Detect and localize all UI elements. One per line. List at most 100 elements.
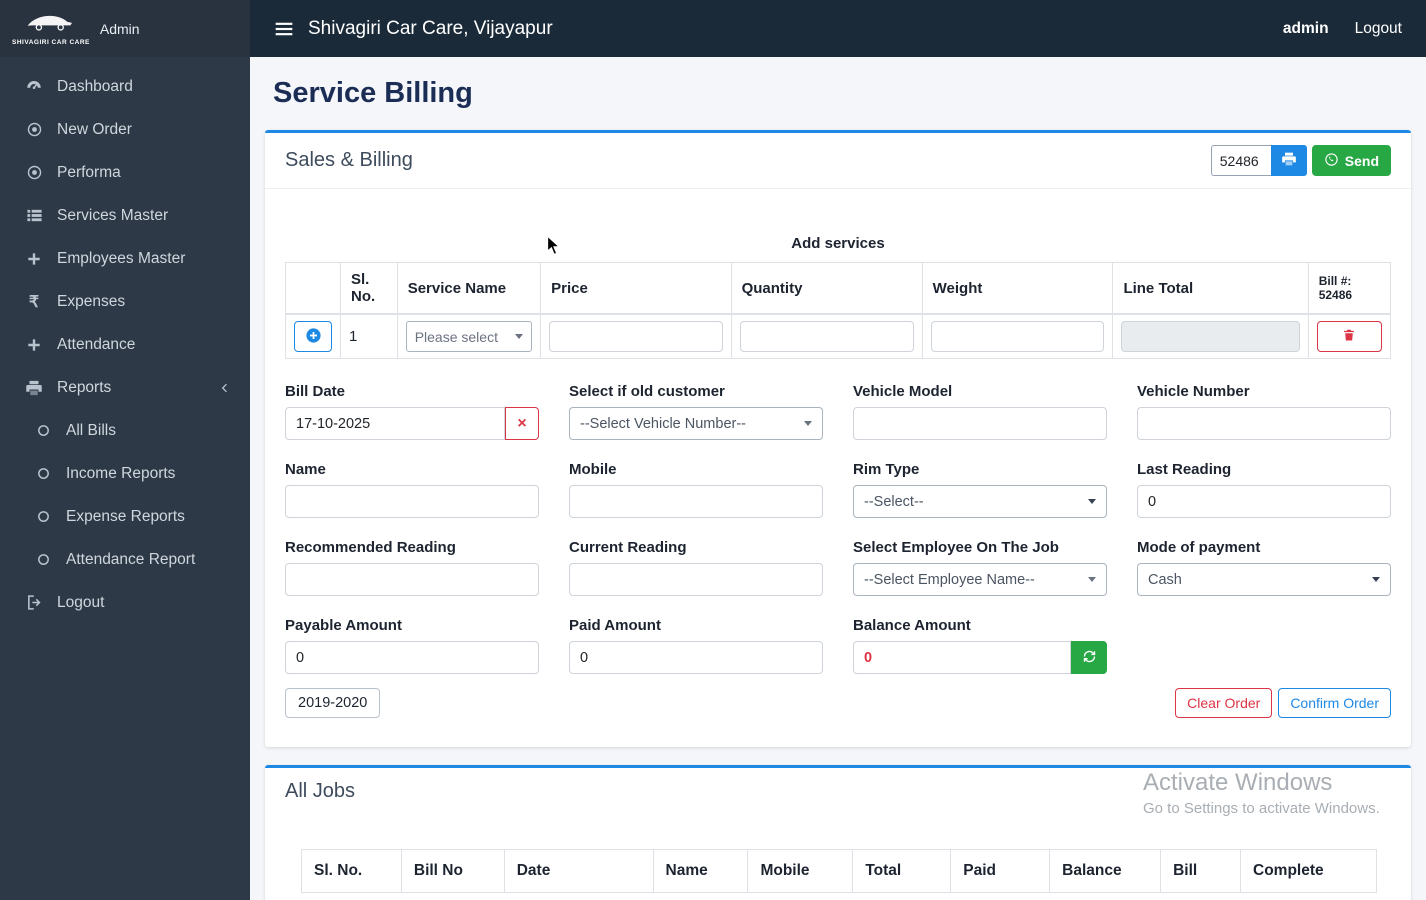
financial-year-button[interactable]: 2019-2020 — [285, 688, 381, 718]
payment-mode-select[interactable]: Cash — [1137, 563, 1391, 596]
recommended-reading-input[interactable] — [285, 563, 539, 596]
employee-select[interactable]: --Select Employee Name-- — [853, 563, 1107, 596]
field-employee: Select Employee On The Job --Select Empl… — [853, 539, 1107, 596]
sidebar-item-label: Performa — [57, 163, 121, 181]
vehicle-number-input[interactable] — [1137, 407, 1391, 440]
bill-number-input[interactable] — [1210, 145, 1271, 176]
circle-icon — [33, 423, 53, 438]
bill-date-input[interactable] — [285, 407, 505, 440]
sidebar-item-label: Services Master — [57, 206, 169, 224]
row-sl-no: 1 — [340, 313, 398, 359]
jobs-col-date: Date — [503, 849, 654, 893]
paid-amount-input[interactable] — [569, 641, 823, 674]
sidebar-item-reports[interactable]: Reports — [0, 366, 250, 409]
recommended-reading-label: Recommended Reading — [285, 539, 456, 556]
sidebar-item-services-master[interactable]: Services Master — [0, 194, 250, 237]
bill-date-label: Bill Date — [285, 383, 346, 400]
balance-label: Balance Amount — [853, 617, 971, 634]
recalculate-button[interactable] — [1071, 641, 1107, 674]
plus-circle-icon — [305, 327, 322, 347]
all-jobs-card: All Jobs Sl. No. Bill No Date Name Mobil… — [265, 765, 1411, 900]
sidebar-item-label: Income Reports — [66, 464, 176, 482]
print-button[interactable] — [1270, 145, 1307, 176]
brand: SHIVAGIRI CAR CARE Admin — [0, 0, 250, 57]
sales-billing-card: Sales & Billing Send — [265, 130, 1411, 747]
sidebar-item-expense-reports[interactable]: Expense Reports — [0, 495, 250, 538]
sidebar-item-label: Employees Master — [57, 249, 186, 267]
field-rim-type: Rim Type --Select-- — [853, 461, 1107, 518]
list-icon — [24, 207, 44, 224]
sidebar-item-performa[interactable]: Performa — [0, 151, 250, 194]
balance-amount-input[interactable] — [853, 641, 1071, 674]
service-row: 1 Please select — [285, 313, 1392, 359]
confirm-order-button[interactable]: Confirm Order — [1278, 688, 1391, 718]
rim-type-select[interactable]: --Select-- — [853, 485, 1107, 518]
whatsapp-send-button[interactable]: Send — [1311, 145, 1391, 176]
sidebar-item-label: New Order — [57, 120, 132, 138]
sidebar-item-attendance-report[interactable]: Attendance Report — [0, 538, 250, 581]
jobs-col-bill: Bill — [1160, 849, 1242, 893]
service-name-select[interactable]: Please select — [405, 321, 533, 352]
services-table: Sl. No. Service Name Price Quantity Weig… — [285, 262, 1392, 359]
sidebar-item-label: Reports — [57, 378, 112, 396]
field-payment-mode: Mode of payment Cash — [1137, 539, 1391, 596]
user-menu[interactable]: admin — [1283, 20, 1329, 38]
chevron-down-icon — [1088, 577, 1096, 582]
billing-form: Bill Date × Select if old customer --Sel… — [285, 383, 1391, 674]
clear-order-button[interactable]: Clear Order — [1175, 688, 1273, 718]
hamburger-icon[interactable] — [274, 19, 294, 39]
chevron-down-icon — [804, 421, 812, 426]
sidebar-item-expenses[interactable]: ₹ Expenses — [0, 280, 250, 323]
field-bill-date: Bill Date × — [285, 383, 539, 440]
col-sl-no: Sl. No. — [340, 262, 398, 315]
field-empty — [1137, 617, 1391, 674]
current-reading-label: Current Reading — [569, 539, 687, 556]
field-old-customer: Select if old customer --Select Vehicle … — [569, 383, 823, 440]
sidebar-item-attendance[interactable]: Attendance — [0, 323, 250, 366]
sidebar-item-dashboard[interactable]: Dashboard — [0, 65, 250, 108]
sidebar-item-employees-master[interactable]: Employees Master — [0, 237, 250, 280]
services-table-header-row: Sl. No. Service Name Price Quantity Weig… — [285, 262, 1392, 315]
vehicle-number-select[interactable]: --Select Vehicle Number-- — [569, 407, 823, 440]
trash-icon — [1342, 328, 1356, 345]
field-vehicle-number: Vehicle Number — [1137, 383, 1391, 440]
order-actions: Clear Order Confirm Order — [1175, 688, 1391, 718]
page-title: Service Billing — [273, 77, 473, 109]
delete-row-button[interactable] — [1316, 321, 1382, 352]
chevron-down-icon — [515, 334, 524, 339]
sidebar: SHIVAGIRI CAR CARE Admin Dashboard New O… — [0, 0, 250, 900]
vehicle-number-label: Vehicle Number — [1137, 383, 1250, 400]
clear-date-button[interactable]: × — [505, 407, 539, 440]
employee-label: Select Employee On The Job — [853, 539, 1059, 556]
chevron-left-icon — [218, 381, 232, 395]
add-service-row-button[interactable] — [294, 321, 332, 352]
mobile-label: Mobile — [569, 461, 617, 478]
sidebar-item-all-bills[interactable]: All Bills — [0, 409, 250, 452]
sidebar-menu: Dashboard New Order Performa Services Ma… — [0, 57, 250, 624]
quantity-input[interactable] — [739, 321, 914, 352]
sidebar-item-income-reports[interactable]: Income Reports — [0, 452, 250, 495]
last-reading-input[interactable] — [1137, 485, 1391, 518]
jobs-col-name: Name — [652, 849, 749, 893]
logout-link[interactable]: Logout — [1355, 20, 1402, 38]
print-icon — [1281, 151, 1297, 170]
field-balance: Balance Amount — [853, 617, 1107, 674]
name-input[interactable] — [285, 485, 539, 518]
sidebar-item-new-order[interactable]: New Order — [0, 108, 250, 151]
weight-input[interactable] — [930, 321, 1105, 352]
performa-icon — [24, 164, 44, 181]
sidebar-item-label: Logout — [57, 593, 105, 611]
mobile-input[interactable] — [569, 485, 823, 518]
price-input[interactable] — [549, 321, 723, 352]
billing-card-header: Sales & Billing Send — [265, 133, 1411, 189]
current-reading-input[interactable] — [569, 563, 823, 596]
vehicle-model-input[interactable] — [853, 407, 1107, 440]
plus-icon — [24, 337, 44, 353]
jobs-col-sl-no: Sl. No. — [301, 849, 402, 893]
field-mobile: Mobile — [569, 461, 823, 518]
jobs-col-paid: Paid — [950, 849, 1051, 893]
topbar: Shivagiri Car Care, Vijayapur admin Logo… — [250, 0, 1426, 57]
sidebar-item-logout[interactable]: Logout — [0, 581, 250, 624]
rupee-icon: ₹ — [28, 293, 40, 311]
payable-amount-input[interactable] — [285, 641, 539, 674]
